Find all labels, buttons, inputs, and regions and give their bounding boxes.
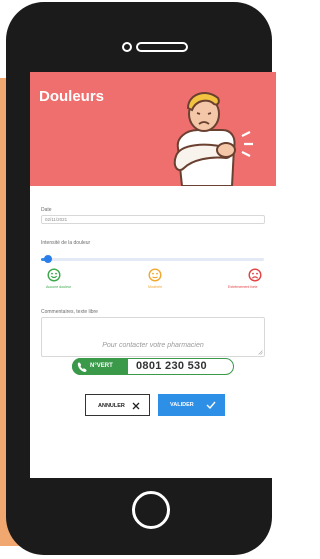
phone-volume-up-button bbox=[6, 116, 18, 154]
date-field[interactable]: 02/11/2021 bbox=[41, 215, 265, 224]
cancel-button[interactable]: ANNULER bbox=[85, 394, 150, 416]
intensity-label: Intensité de la douleur bbox=[41, 240, 91, 246]
sad-face-icon[interactable] bbox=[248, 268, 262, 282]
scale-min-label: Aucune douleur bbox=[46, 285, 72, 289]
cancel-button-label: ANNULER bbox=[98, 403, 125, 409]
app-screen: Douleurs Date 02/11/2021 Intensité de la… bbox=[30, 72, 276, 478]
validate-button-label: VALIDER bbox=[170, 402, 194, 408]
phone-volume-down-button bbox=[6, 170, 18, 208]
toll-free-number-badge[interactable]: N°VERT 0801 230 530 bbox=[72, 358, 234, 375]
home-button[interactable] bbox=[132, 491, 170, 529]
person-in-pain-illustration bbox=[173, 92, 253, 186]
checkmark-icon bbox=[206, 401, 216, 409]
phone-side-button bbox=[6, 52, 18, 74]
intensity-slider-track[interactable] bbox=[41, 258, 264, 261]
comments-textarea[interactable] bbox=[41, 317, 265, 357]
comments-label: Commentaires, texte libre bbox=[41, 309, 98, 315]
intensity-slider-handle[interactable] bbox=[43, 255, 52, 263]
badge-label: N°VERT bbox=[90, 363, 113, 369]
scale-max-label: Extrêmement forte bbox=[228, 285, 258, 289]
happy-face-icon[interactable] bbox=[47, 268, 61, 282]
date-value: 02/11/2021 bbox=[45, 217, 68, 222]
phone-icon bbox=[77, 362, 87, 372]
close-icon bbox=[132, 402, 140, 410]
validate-button[interactable]: VALIDER bbox=[158, 394, 225, 416]
resize-handle-icon[interactable] bbox=[258, 350, 263, 355]
phone-number: 0801 230 530 bbox=[136, 360, 207, 372]
page-header: Douleurs bbox=[30, 72, 276, 186]
contact-pharmacist-text: Pour contacter votre pharmacien bbox=[102, 342, 204, 349]
speaker-grille bbox=[136, 42, 188, 52]
scale-mid-label: Modérée bbox=[148, 285, 163, 289]
date-label: Date bbox=[41, 207, 52, 213]
page-title: Douleurs bbox=[39, 88, 105, 105]
neutral-face-icon[interactable] bbox=[148, 268, 162, 282]
front-camera bbox=[122, 42, 132, 52]
